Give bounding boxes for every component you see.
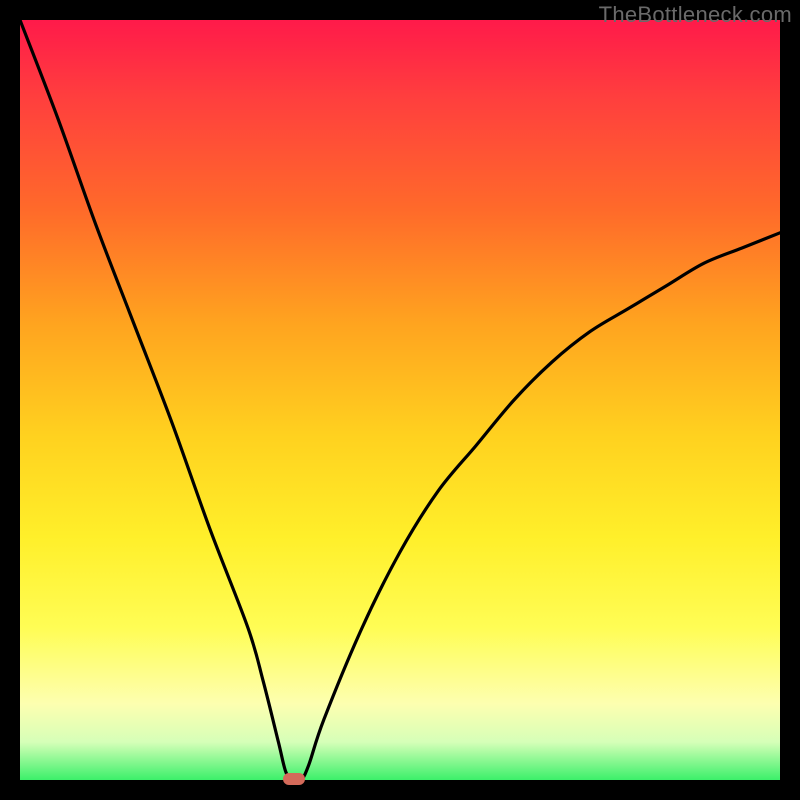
chart-frame: TheBottleneck.com <box>0 0 800 800</box>
bottleneck-curve-path <box>20 20 780 780</box>
curve-svg <box>20 20 780 780</box>
minimum-marker <box>283 773 305 785</box>
plot-area <box>20 20 780 780</box>
watermark-label: TheBottleneck.com <box>599 2 792 28</box>
